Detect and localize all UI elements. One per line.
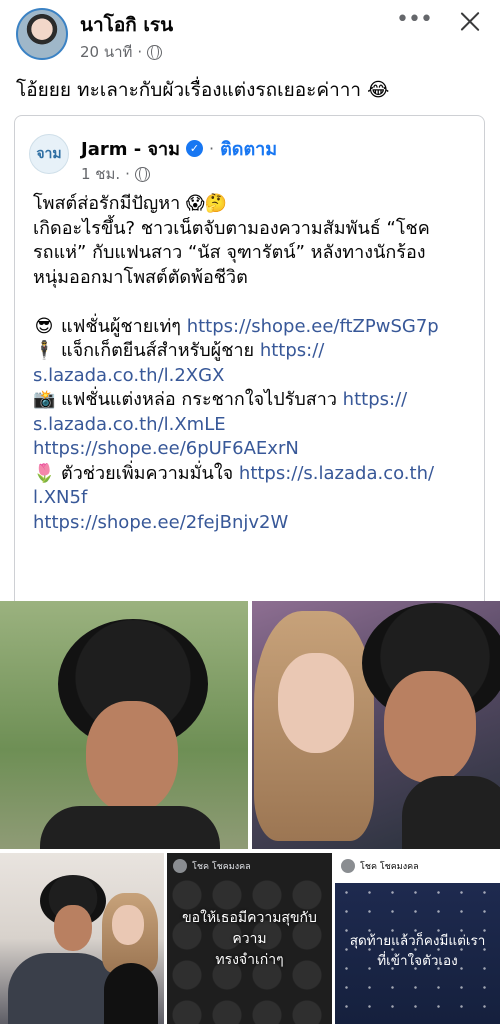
quote-line: ทรงจำเก่าๆ bbox=[215, 952, 284, 968]
lazada-link[interactable]: https://s.lazada.co.th/ bbox=[239, 463, 434, 484]
photo-couple-standing[interactable] bbox=[0, 853, 164, 1024]
text-line: 📸 แฟชั่นแต่งหล่อ กระชากใจไปรับสาว https:/… bbox=[33, 388, 473, 413]
post-time[interactable]: 20 นาที bbox=[80, 40, 132, 64]
avatar bbox=[341, 859, 355, 873]
screenshot-quote-text: สุดท้ายแล้วก็คงมีแต่เรา ที่เข้าใจตัวเอง bbox=[335, 931, 500, 971]
shared-post-text: โพสต์ส่อรักมีปัญหา 😱🤔 เกิดอะไรขึ้น? ชาวเ… bbox=[33, 192, 473, 535]
lazada-link[interactable]: s.lazada.co.th/l.XmLE bbox=[33, 414, 226, 435]
close-icon[interactable] bbox=[453, 4, 487, 38]
quote-line: ที่เข้าใจตัวเอง bbox=[377, 953, 458, 969]
item-text: แจ็กเก็ตยีนส์สำหรับผู้ชาย bbox=[61, 340, 260, 361]
sunglasses-emoji-icon: 😎 bbox=[34, 315, 54, 337]
text-line: l.XN5f bbox=[33, 486, 473, 511]
item-text: แฟชั่นผู้ชายเท่ๆ bbox=[61, 315, 187, 337]
shopee-link[interactable]: https://shope.ee/6pUF6AExrN bbox=[33, 438, 299, 459]
lazada-link[interactable]: https:// bbox=[343, 389, 408, 410]
shared-post-meta: 1 ชม. · bbox=[81, 162, 150, 186]
shared-post-card[interactable]: จาม Jarm - จาม ✓ · ติดตาม 1 ชม. · โพสต์ส… bbox=[14, 115, 485, 601]
text-line: รถแห่” กับแฟนสาว “นัส จุฑารัตน์” หลังทาง… bbox=[33, 242, 426, 263]
quote-line: สุดท้ายแล้วก็คงมีแต่เรา bbox=[349, 933, 486, 949]
screenshot-quote-text: ขอให้เธอมีความสุขกับความ ทรงจำเก่าๆ bbox=[167, 908, 332, 971]
text-line: https://shope.ee/6pUF6AExrN bbox=[33, 437, 473, 462]
text-line: s.lazada.co.th/l.XmLE bbox=[33, 413, 473, 438]
screenshot-header: โชค โชคมงคล bbox=[173, 859, 251, 873]
post-header: นาโอกิ เรน 20 นาที · ••• bbox=[0, 0, 500, 70]
page-name[interactable]: Jarm - จาม bbox=[81, 134, 180, 163]
item-text: แฟชั่นแต่งหล่อ กระชากใจไปรับสาว bbox=[61, 389, 343, 410]
text-line: 🌷 ตัวช่วยเพิ่มความมั่นใจ https://s.lazada… bbox=[33, 462, 473, 487]
shopee-link[interactable]: https://shope.ee/2fejBnjv2W bbox=[33, 512, 288, 533]
photo-face-shape bbox=[86, 701, 178, 813]
globe-icon bbox=[147, 44, 163, 60]
text-line: 😎 แฟชั่นผู้ชายเท่ๆ https://shope.ee/ftZPw… bbox=[33, 315, 473, 340]
quote-card: สุดท้ายแล้วก็คงมีแต่เรา ที่เข้าใจตัวเอง bbox=[335, 883, 500, 1024]
verified-badge-icon: ✓ bbox=[186, 140, 203, 157]
lazada-link[interactable]: l.XN5f bbox=[33, 487, 87, 508]
screenshot-quote-stars[interactable]: โชค โชคมงคล สุดท้ายแล้วก็คงมีแต่เรา ที่เ… bbox=[335, 853, 500, 1024]
photo-couple[interactable] bbox=[252, 601, 500, 849]
meta-dot: · bbox=[137, 43, 143, 61]
text-line: s.lazada.co.th/l.2XGX bbox=[33, 364, 473, 389]
page-header-row: Jarm - จาม ✓ · ติดตาม bbox=[81, 134, 277, 163]
tulip-emoji-icon: 🌷 bbox=[33, 462, 56, 484]
photo-face-shape bbox=[54, 905, 92, 951]
lazada-link[interactable]: s.lazada.co.th/l.2XGX bbox=[33, 365, 224, 386]
shared-post-time[interactable]: 1 ชม. bbox=[81, 162, 120, 186]
item-text: ตัวช่วยเพิ่มความมั่นใจ bbox=[61, 462, 239, 484]
screenshot-author: โชค โชคมงคล bbox=[192, 862, 251, 872]
camera-flash-emoji-icon: 📸 bbox=[33, 389, 56, 410]
text-line: เกิดอะไรขึ้น? ชาวเน็ตจับตามองความสัมพันธ… bbox=[33, 217, 430, 239]
post-caption: โอ้ยยย ทะเลาะกับผัวเรื่องแต่งรถเยอะค่าาา… bbox=[16, 79, 390, 101]
screenshot-author: โชค โชคมงคล bbox=[360, 862, 419, 872]
text-line: โพสต์ส่อรักมีปัญหา 😱🤔 bbox=[33, 193, 228, 214]
follow-button[interactable]: ติดตาม bbox=[220, 134, 277, 163]
photo-shirt-shape bbox=[104, 963, 158, 1024]
photo-face-shape bbox=[278, 653, 354, 753]
post-meta: 20 นาที · bbox=[80, 40, 163, 64]
photo-shirt-shape bbox=[40, 806, 220, 849]
screenshot-quote-hearts[interactable]: โชค โชคมงคล ขอให้เธอมีความสุขกับความ ทรง… bbox=[167, 853, 332, 1024]
text-line: 🕴 แจ็กเก็ตยีนส์สำหรับผู้ชาย https:// bbox=[33, 339, 473, 364]
author-name[interactable]: นาโอกิ เรน bbox=[80, 10, 173, 40]
photo-face-shape bbox=[384, 671, 476, 783]
shared-meta-dot: · bbox=[125, 165, 130, 183]
shopee-link[interactable]: https://shope.ee/ftZPwSG7p bbox=[187, 316, 439, 337]
author-avatar[interactable] bbox=[16, 8, 68, 60]
photo-face-shape bbox=[112, 905, 144, 945]
page-avatar[interactable]: จาม bbox=[29, 134, 69, 174]
page-dot: · bbox=[209, 139, 215, 158]
text-line: หนุ่มออกมาโพสต์ตัดพ้อชีวิต bbox=[33, 266, 248, 288]
more-options-button[interactable]: ••• bbox=[396, 6, 433, 34]
screenshot-header: โชค โชคมงคล bbox=[341, 859, 419, 873]
quote-line: ขอให้เธอมีความสุขกับความ bbox=[182, 910, 317, 947]
photo-shirt-shape bbox=[402, 776, 500, 849]
lazada-link[interactable]: https:// bbox=[260, 340, 325, 361]
photo-shirt-shape bbox=[8, 953, 118, 1024]
text-line: https://shope.ee/2fejBnjv2W bbox=[33, 511, 473, 536]
globe-icon bbox=[134, 166, 150, 182]
photo-selfie-man[interactable] bbox=[0, 601, 248, 849]
avatar bbox=[173, 859, 187, 873]
suit-man-emoji-icon: 🕴 bbox=[33, 340, 56, 361]
